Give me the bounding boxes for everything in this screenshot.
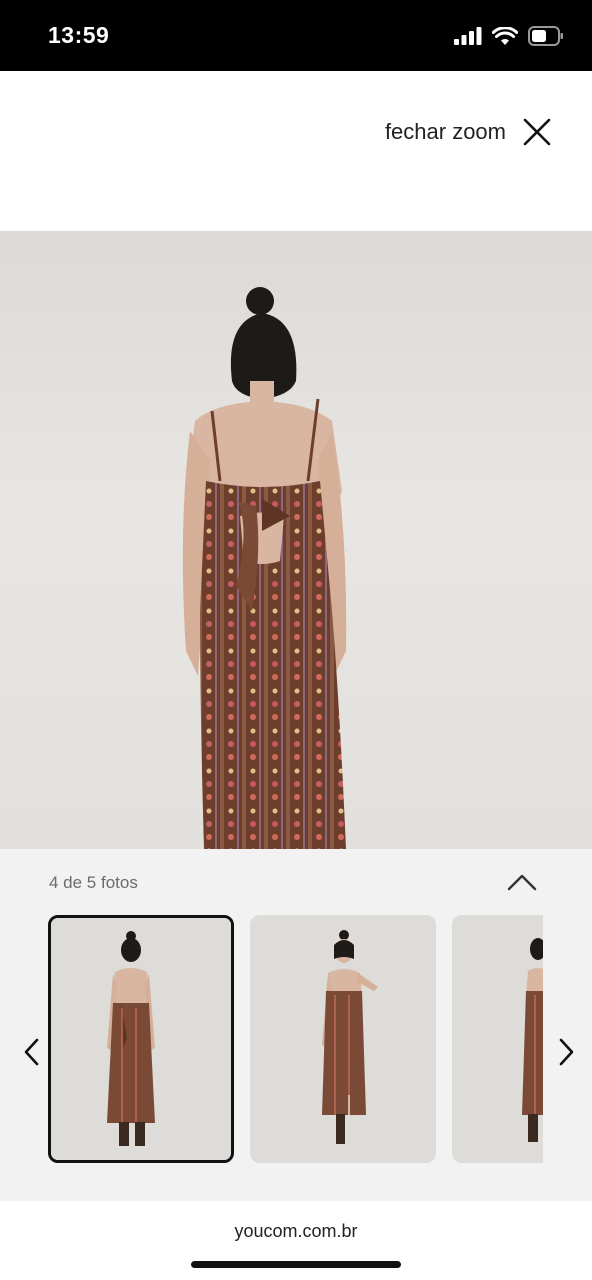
thumbnail-image [452,915,543,1163]
model-back-view-illustration [182,287,347,849]
url-text[interactable]: youcom.com.br [0,1221,592,1242]
product-image-zoomed[interactable] [0,231,592,849]
next-photo-button[interactable] [554,1036,578,1068]
cellular-signal-icon [454,27,482,45]
photo-counter: 4 de 5 fotos [49,873,138,892]
close-zoom-label: fechar zoom [384,119,506,144]
battery-icon [528,26,564,46]
collapse-gallery-button[interactable] [504,867,540,897]
gallery-panel: 4 de 5 fotos [0,849,592,1201]
thumbnail-side-view[interactable] [452,915,543,1163]
thumbnail-front-view[interactable] [250,915,436,1163]
chevron-left-icon[interactable] [20,1036,44,1068]
home-indicator[interactable] [191,1261,401,1268]
close-zoom-button[interactable]: fechar zoom [385,117,552,147]
wifi-icon [492,26,518,46]
status-bar: 13:59 [0,0,592,71]
status-icons [454,26,564,46]
status-time: 13:59 [48,22,110,48]
chevron-right-icon[interactable] [554,1036,578,1068]
previous-photo-button[interactable] [20,1036,44,1068]
thumbnail-back-view[interactable] [48,915,234,1163]
thumbnail-image [250,915,436,1163]
browser-url-bar: youcom.com.br [0,1201,592,1280]
thumbnail-strip [48,915,543,1165]
chevron-up-icon[interactable] [504,867,540,897]
thumbnail-image [51,918,231,1160]
close-icon[interactable] [522,117,552,147]
